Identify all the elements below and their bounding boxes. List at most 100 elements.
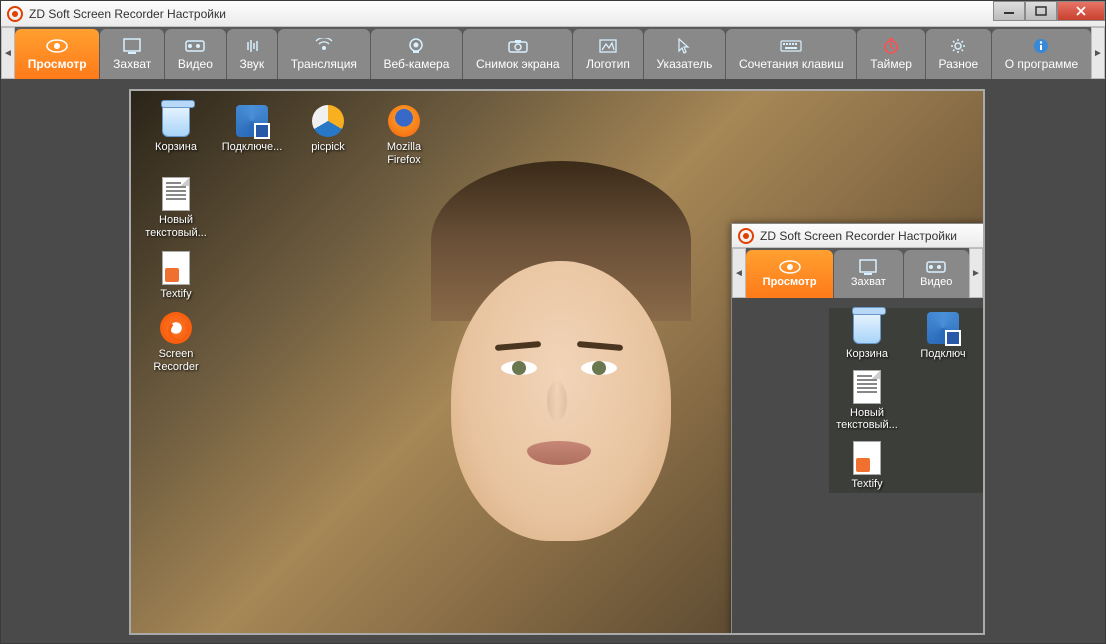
desktop-icons: Корзина Подключе... picpick Mozilla Firefox… (141, 101, 439, 375)
bin-icon (849, 310, 885, 346)
tabstrip: Просмотр Захват Видео Звук Трансляция Веб-кам… (15, 27, 1091, 79)
desktop-item-ff[interactable]: Mozilla Firefox (369, 101, 439, 168)
timer-icon (883, 38, 899, 54)
content-area: Корзина Подключе... picpick Mozilla Firefox… (1, 79, 1105, 643)
desktop-item-label: Textify (160, 288, 191, 301)
tab-label: Разное (939, 57, 979, 71)
desktop-item-net[interactable]: Подключ (905, 308, 981, 363)
desktop-item-txt[interactable]: Новый текстовый... (141, 174, 211, 241)
tf-icon (849, 440, 885, 476)
main-window: ZD Soft Screen Recorder Настройки ◄ Прос… (0, 0, 1106, 644)
desktop-item-tf[interactable]: Textify (141, 248, 211, 303)
tab-label: Снимок экрана (476, 57, 560, 71)
tab-audio[interactable]: Звук (227, 29, 277, 79)
tab-label: Просмотр (763, 276, 817, 288)
tab-video[interactable]: Видео (904, 250, 970, 298)
tab-label: О программе (1005, 57, 1078, 71)
tab-webcam[interactable]: Веб-камера (371, 29, 462, 79)
desktop-item-label: Новый текстовый... (143, 214, 209, 239)
nested-tabstrip: Просмотр Захват Видео (746, 248, 969, 298)
tab-label: Таймер (870, 57, 912, 71)
close-icon (1075, 6, 1087, 16)
desktop-item-label: Подключ (920, 348, 965, 361)
webcam-icon (408, 38, 424, 54)
nested-titlebar[interactable]: ZD Soft Screen Recorder Настройки (732, 224, 983, 248)
nested-scroll-right[interactable]: ► (969, 248, 983, 298)
tab-capture[interactable]: Захват (100, 29, 164, 79)
video-icon (926, 260, 946, 274)
tab-label: Видео (178, 57, 213, 71)
tab-keyboard[interactable]: Сочетания клавиш (726, 29, 856, 79)
window-controls (993, 1, 1105, 21)
app-icon (738, 228, 754, 244)
minimize-button[interactable] (993, 1, 1025, 21)
preview-pane: Корзина Подключе... picpick Mozilla Firefox… (129, 89, 985, 635)
desktop-item-sr[interactable]: Screen Recorder (141, 308, 211, 375)
desktop-item-label: Корзина (155, 141, 197, 154)
eye-icon (46, 38, 68, 54)
tf-icon (158, 250, 194, 286)
screenshot-icon (508, 38, 528, 54)
ff-icon (386, 103, 422, 139)
txt-icon (849, 369, 885, 405)
close-button[interactable] (1057, 1, 1105, 21)
net-icon (925, 310, 961, 346)
tab-screenshot[interactable]: Снимок экрана (463, 29, 572, 79)
desktop-item-label: Textify (851, 478, 882, 491)
desktop-item-pp[interactable]: picpick (293, 101, 363, 168)
tab-label: Захват (851, 276, 886, 288)
tab-label: Трансляция (291, 57, 357, 71)
eye-icon (779, 260, 801, 274)
tab-eye[interactable]: Просмотр (15, 29, 99, 79)
desktop-item-label: picpick (311, 141, 345, 154)
tab-label: Указатель (656, 57, 712, 71)
app-icon (7, 6, 23, 22)
desktop-item-label: Корзина (846, 348, 888, 361)
maximize-icon (1035, 6, 1047, 16)
toolbar-scroll-left[interactable]: ◄ (1, 27, 15, 79)
video-icon (185, 38, 205, 54)
keyboard-icon (780, 38, 802, 54)
tab-video[interactable]: Видео (165, 29, 226, 79)
tab-cursor[interactable]: Указатель (644, 29, 726, 79)
titlebar[interactable]: ZD Soft Screen Recorder Настройки (1, 1, 1105, 27)
minimize-icon (1003, 6, 1015, 16)
maximize-button[interactable] (1025, 1, 1057, 21)
txt-icon (158, 176, 194, 212)
logo-icon (599, 38, 617, 54)
toolbar: ◄ Просмотр Захват Видео Звук Трансляция Веб-к… (1, 27, 1105, 79)
tab-misc[interactable]: Разное (926, 29, 991, 79)
desktop-item-label: Новый текстовый... (832, 407, 902, 432)
nested-window: ZD Soft Screen Recorder Настройки ◄ Прос… (731, 223, 984, 635)
tab-about[interactable]: О программе (992, 29, 1091, 79)
nested-scroll-left[interactable]: ◄ (732, 248, 746, 298)
desktop-item-label: Mozilla Firefox (371, 141, 437, 166)
desktop-item-bin[interactable]: Корзина (141, 101, 211, 168)
tab-timer[interactable]: Таймер (857, 29, 924, 79)
about-icon (1033, 38, 1049, 54)
capture-icon (859, 260, 877, 274)
tab-logo[interactable]: Логотип (573, 29, 642, 79)
window-title: ZD Soft Screen Recorder Настройки (29, 7, 226, 21)
nested-toolbar: ◄ Просмотр Захват Видео ► (732, 248, 983, 298)
desktop-item-bin[interactable]: Корзина (829, 308, 905, 363)
tab-label: Логотип (586, 57, 630, 71)
nested-desktop-icons: Корзина Подключ Новый текстовый... Textif… (829, 308, 983, 493)
capture-icon (123, 38, 141, 54)
desktop-item-tf[interactable]: Textify (829, 438, 905, 493)
tab-broadcast[interactable]: Трансляция (278, 29, 370, 79)
tab-label: Просмотр (28, 57, 87, 71)
desktop-item-txt[interactable]: Новый текстовый... (829, 367, 905, 434)
tab-eye[interactable]: Просмотр (746, 250, 833, 298)
nested-preview: Корзина Подключ Новый текстовый... Textif… (732, 298, 983, 634)
pp-icon (310, 103, 346, 139)
tab-capture[interactable]: Захват (834, 250, 902, 298)
broadcast-icon (315, 38, 333, 54)
misc-icon (950, 38, 966, 54)
sr-icon (158, 310, 194, 346)
net-icon (234, 103, 270, 139)
desktop-item-net[interactable]: Подключе... (217, 101, 287, 168)
wallpaper-image (411, 121, 771, 631)
toolbar-scroll-right[interactable]: ► (1091, 27, 1105, 79)
audio-icon (244, 38, 260, 54)
